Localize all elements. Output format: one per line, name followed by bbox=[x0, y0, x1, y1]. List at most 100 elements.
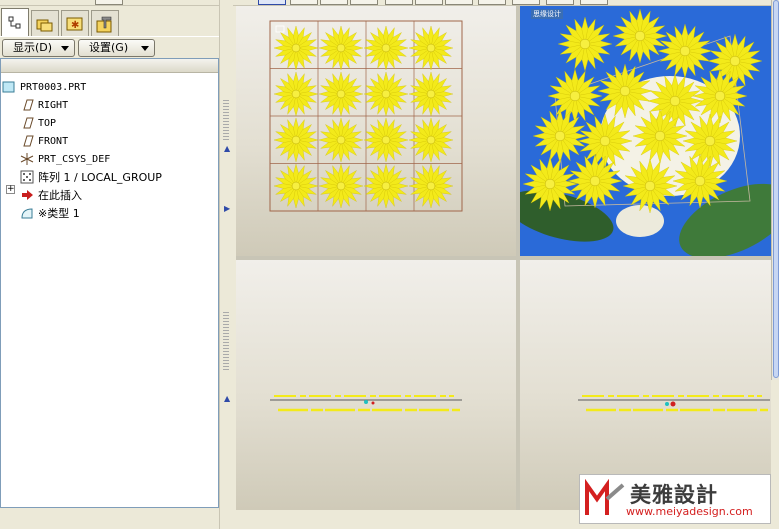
flower-shape bbox=[318, 163, 364, 209]
chevron-down-icon bbox=[141, 46, 149, 51]
viewport-bottom-left[interactable] bbox=[236, 260, 516, 510]
tab-model-tree[interactable] bbox=[1, 8, 29, 37]
flower-shape bbox=[363, 117, 409, 163]
navigator-tabs: ✱ bbox=[0, 8, 219, 37]
viewport-top-right[interactable]: 思缘设计 bbox=[520, 6, 771, 256]
tree-item-top[interactable]: TOP bbox=[20, 114, 56, 132]
settings-button-label: 设置(G) bbox=[89, 41, 129, 54]
chevron-down-icon bbox=[61, 46, 69, 51]
tree-item-csys[interactable]: PRT_CSYS_DEF bbox=[20, 150, 110, 168]
toolbar-button[interactable] bbox=[320, 0, 348, 5]
flower-shape bbox=[318, 117, 364, 163]
origin-marker bbox=[665, 402, 669, 406]
flower-shape bbox=[273, 71, 319, 117]
pattern-icon bbox=[20, 170, 34, 184]
toolbar-button[interactable] bbox=[415, 0, 443, 5]
splitter-grip[interactable] bbox=[223, 312, 229, 372]
app-window: ✱ 显示(D) 设置(G) PRT0003.PRT RIGHT TOP FRON… bbox=[0, 0, 779, 529]
datum-plane-icon bbox=[20, 134, 34, 148]
toolbar-button[interactable] bbox=[290, 0, 318, 5]
toolbar-button[interactable] bbox=[546, 0, 574, 5]
scrollbar-thumb[interactable] bbox=[773, 0, 779, 378]
datum-plane-icon bbox=[20, 98, 34, 112]
svg-text:✱: ✱ bbox=[71, 20, 79, 31]
toolbar-button-active[interactable] bbox=[258, 0, 286, 5]
flower-shape bbox=[408, 71, 454, 117]
chevron-up-icon[interactable]: ▲ bbox=[224, 145, 230, 153]
datum-plane-icon bbox=[20, 116, 34, 130]
flower-shape bbox=[363, 71, 409, 117]
tree-item-label: RIGHT bbox=[38, 99, 69, 111]
tree-item-label: 在此插入 bbox=[38, 189, 82, 202]
settings-dropdown-button[interactable]: 设置(G) bbox=[78, 39, 155, 57]
origin-marker bbox=[364, 400, 368, 404]
tree-item-pattern[interactable]: 阵列 1 / LOCAL_GROUP bbox=[20, 168, 162, 186]
show-button-label: 显示(D) bbox=[13, 41, 53, 54]
tree-item-label: 阵列 1 / LOCAL_GROUP bbox=[38, 171, 162, 184]
tree-item-label: ※类型 1 bbox=[38, 207, 80, 220]
favorites-icon: ✱ bbox=[66, 16, 84, 32]
part-icon bbox=[2, 80, 16, 94]
tree-item-type[interactable]: ※类型 1 bbox=[20, 204, 80, 222]
flower-shape bbox=[567, 153, 623, 209]
viewport-divider bbox=[236, 256, 771, 260]
status-bar bbox=[0, 508, 232, 529]
flower-shape bbox=[273, 25, 319, 71]
tab-connections[interactable] bbox=[91, 10, 119, 36]
viewport-bottom-right[interactable] bbox=[520, 260, 771, 510]
splitter-grip[interactable] bbox=[223, 100, 229, 140]
selection-marker bbox=[275, 25, 285, 33]
flower-shape bbox=[408, 117, 454, 163]
tree-item-label: TOP bbox=[38, 117, 57, 129]
flower-shape bbox=[408, 25, 454, 71]
toolbar-button[interactable] bbox=[580, 0, 608, 5]
brand-logo: 美雅設計 www.meiyadesign.com bbox=[579, 474, 771, 524]
panel-splitter[interactable]: ▲ ▶ ▲ bbox=[219, 0, 233, 529]
toolbar-button[interactable] bbox=[350, 0, 378, 5]
type-feature-icon bbox=[20, 206, 34, 220]
flower-shape bbox=[408, 163, 454, 209]
origin-marker bbox=[371, 401, 375, 405]
toolbar-button[interactable] bbox=[445, 0, 473, 5]
tree-item-part[interactable]: PRT0003.PRT bbox=[2, 78, 86, 96]
origin-marker bbox=[670, 401, 676, 407]
flower-shape bbox=[363, 25, 409, 71]
show-dropdown-button[interactable]: 显示(D) bbox=[2, 39, 75, 57]
folders-icon bbox=[36, 16, 54, 32]
tree-item-front[interactable]: FRONT bbox=[20, 132, 68, 150]
tree-item-label: PRT0003.PRT bbox=[20, 81, 87, 93]
chevron-up-icon[interactable]: ▲ bbox=[224, 395, 230, 403]
navigator-button-row: 显示(D) 设置(G) bbox=[0, 36, 219, 58]
toolbar-button[interactable] bbox=[385, 0, 413, 5]
model-tree-header bbox=[1, 59, 218, 73]
chevron-right-icon[interactable]: ▶ bbox=[224, 205, 230, 213]
flower-shape bbox=[632, 108, 688, 164]
flower-shape bbox=[692, 68, 748, 124]
watermark-label: 思缘设计 bbox=[531, 9, 563, 19]
tree-item-insert-here[interactable]: 在此插入 bbox=[20, 186, 82, 204]
photo-composite-view bbox=[520, 6, 771, 256]
flower-shape bbox=[557, 16, 613, 72]
model-tree-icon bbox=[7, 15, 23, 31]
flower-shape bbox=[622, 158, 678, 214]
model-tree-panel: PRT0003.PRT RIGHT TOP FRONT PRT_CSYS_DEF… bbox=[0, 58, 219, 508]
tree-expand-toggle[interactable]: + bbox=[6, 185, 15, 194]
toolbar-button[interactable] bbox=[478, 0, 506, 5]
brand-mark-icon bbox=[585, 479, 625, 515]
flower-shape bbox=[318, 71, 364, 117]
flower-shape bbox=[657, 23, 713, 79]
flower-shape bbox=[547, 68, 603, 124]
toolbar-button[interactable] bbox=[512, 0, 540, 5]
vertical-scrollbar[interactable] bbox=[771, 0, 779, 380]
toolbar-button[interactable] bbox=[95, 0, 123, 5]
insert-arrow-icon bbox=[20, 188, 34, 202]
tab-folder-browser[interactable] bbox=[31, 10, 59, 36]
edge-view bbox=[270, 395, 462, 412]
flower-shape bbox=[597, 63, 653, 119]
flower-shape bbox=[273, 163, 319, 209]
tab-favorites[interactable]: ✱ bbox=[61, 10, 89, 36]
tree-item-right[interactable]: RIGHT bbox=[20, 96, 68, 114]
hammer-folder-icon bbox=[96, 15, 114, 33]
viewport-top-left[interactable] bbox=[236, 6, 516, 256]
flower-shape bbox=[522, 156, 578, 212]
